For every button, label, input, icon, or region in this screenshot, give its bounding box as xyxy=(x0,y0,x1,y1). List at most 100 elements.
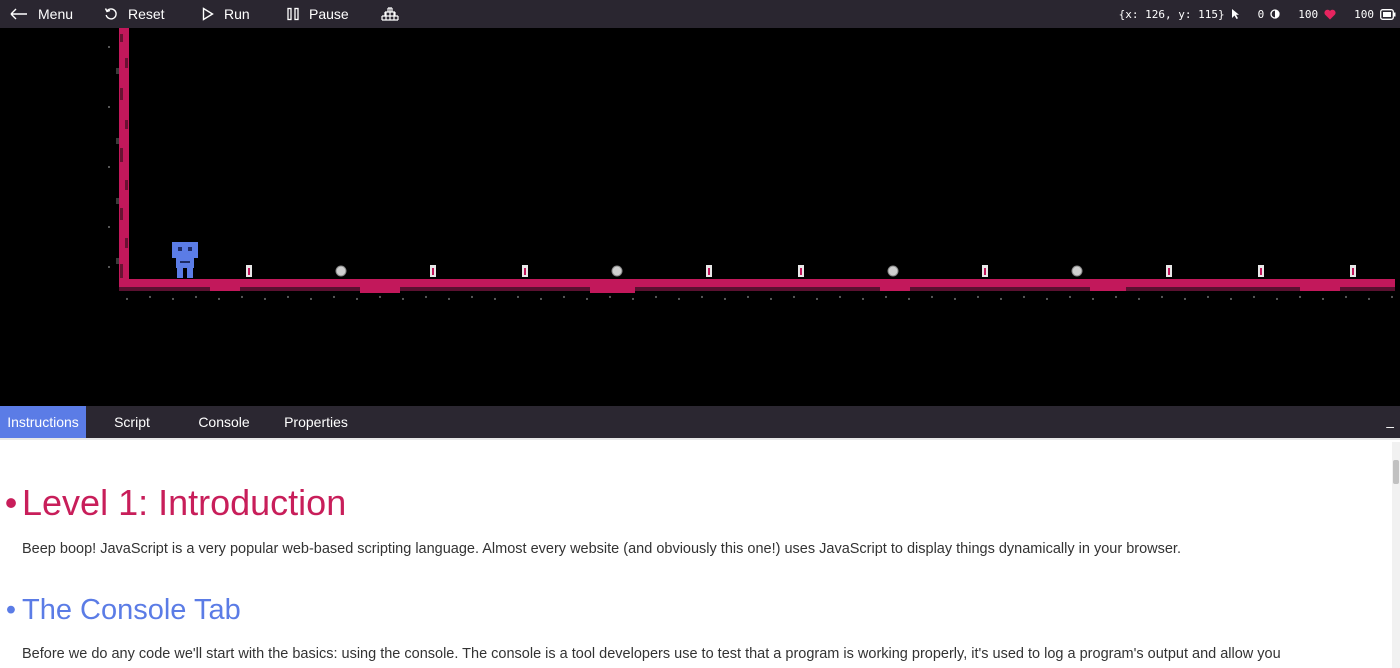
coin-item xyxy=(1071,265,1083,277)
scrollbar[interactable] xyxy=(1392,442,1400,668)
floor-dot xyxy=(931,295,933,298)
tab-script[interactable]: Script xyxy=(86,406,178,438)
floor-dot xyxy=(379,295,381,298)
tab-instructions[interactable]: Instructions xyxy=(0,406,86,438)
vial-item xyxy=(1166,265,1172,277)
reset-label: Reset xyxy=(128,6,165,22)
menu-button[interactable]: Menu xyxy=(10,0,73,28)
tab-properties[interactable]: Properties xyxy=(270,406,362,438)
floor-dot xyxy=(494,297,496,300)
floor-dot xyxy=(954,297,956,300)
instructions-panel: • Level 1: Introduction Beep boop! JavaSc… xyxy=(0,438,1400,668)
floor-dot xyxy=(1368,297,1370,300)
play-icon xyxy=(202,7,214,21)
floor-dot xyxy=(1000,297,1002,300)
floor-dot xyxy=(425,295,427,298)
floor-dot xyxy=(1092,297,1094,300)
coords-readout: {x: 126, y: 115} xyxy=(1118,7,1225,21)
robot-player xyxy=(172,242,198,278)
floor-dot xyxy=(1253,295,1255,298)
floor-dot xyxy=(1161,295,1163,298)
heading-console-tab-text: The Console Tab xyxy=(22,594,241,626)
floor-dot xyxy=(517,295,519,298)
heading-level-1-text: Level 1: Introduction xyxy=(22,482,347,523)
floor-dots xyxy=(126,295,1393,300)
vial-item xyxy=(246,265,252,277)
floor-dot xyxy=(1115,295,1117,298)
game-canvas[interactable] xyxy=(0,28,1400,406)
floor-dot xyxy=(655,295,657,298)
clicks-count: 0 xyxy=(1257,7,1265,21)
floor-dot xyxy=(1138,297,1140,300)
grid-button[interactable] xyxy=(381,0,399,28)
tab-bar: Instructions Script Console Properties – xyxy=(0,406,1400,438)
floor xyxy=(119,279,1395,293)
floor-dot xyxy=(724,297,726,300)
floor-dot xyxy=(126,297,128,300)
tab-console[interactable]: Console xyxy=(178,406,270,438)
heading-level-1: • Level 1: Introduction xyxy=(0,482,347,524)
run-label: Run xyxy=(224,6,250,22)
vial-item xyxy=(1258,265,1264,277)
floor-dot xyxy=(885,295,887,298)
floor-dot xyxy=(172,297,174,300)
floor-dot xyxy=(287,295,289,298)
floor-dot xyxy=(1391,295,1393,298)
floor-dot xyxy=(1207,295,1209,298)
collectible-items xyxy=(246,265,1356,277)
game-scene xyxy=(108,28,1395,300)
floor-dot xyxy=(977,295,979,298)
scrollbar-thumb[interactable] xyxy=(1393,460,1399,484)
floor-dot xyxy=(1184,297,1186,300)
floor-dot xyxy=(678,297,680,300)
floor-dot xyxy=(770,297,772,300)
battery-icon xyxy=(1380,8,1396,20)
floor-dot xyxy=(839,295,841,298)
coin-item xyxy=(335,265,347,277)
grid-icon xyxy=(381,7,399,21)
console-paragraph: Before we do any code we'll start with t… xyxy=(22,646,1281,662)
heart-icon xyxy=(1324,9,1336,19)
vial-item xyxy=(1350,265,1356,277)
pause-icon xyxy=(287,7,299,21)
vial-item xyxy=(430,265,436,277)
floor-dot xyxy=(333,295,335,298)
floor-dot xyxy=(310,297,312,300)
coin-item xyxy=(887,265,899,277)
run-button[interactable]: Run xyxy=(202,0,250,28)
floor-dot xyxy=(540,297,542,300)
pause-label: Pause xyxy=(309,6,349,22)
pause-button[interactable]: Pause xyxy=(287,0,349,28)
bullet-icon: • xyxy=(5,594,17,626)
floor-dot xyxy=(793,295,795,298)
floor-dot xyxy=(1069,295,1071,298)
vial-item xyxy=(982,265,988,277)
floor-dot xyxy=(195,295,197,298)
floor-dot xyxy=(1230,297,1232,300)
menu-label: Menu xyxy=(38,6,74,22)
floor-dot xyxy=(241,295,243,298)
floor-dot xyxy=(586,297,588,300)
bullet-icon: • xyxy=(4,482,18,523)
health-value: 100 xyxy=(1298,7,1319,21)
floor-dot xyxy=(448,297,450,300)
floor-dot xyxy=(632,297,634,300)
coin-icon xyxy=(1270,9,1280,19)
left-wall xyxy=(108,28,129,290)
floor-dot xyxy=(1299,295,1301,298)
coin-item xyxy=(611,265,623,277)
floor-dot xyxy=(609,295,611,298)
reset-button[interactable]: Reset xyxy=(104,0,165,28)
top-toolbar: Menu Reset Run Pause {x: 126, y: 115} 0 … xyxy=(0,0,1400,28)
vial-item xyxy=(522,265,528,277)
floor-dot xyxy=(471,295,473,298)
floor-dot xyxy=(218,297,220,300)
floor-dot xyxy=(701,295,703,298)
floor-dot xyxy=(149,295,151,298)
floor-dot xyxy=(1345,295,1347,298)
arrow-left-icon xyxy=(10,8,27,20)
floor-dot xyxy=(563,295,565,298)
floor-dot xyxy=(862,297,864,300)
cursor-icon xyxy=(1231,9,1239,19)
collapse-panel-button[interactable]: – xyxy=(1386,418,1394,434)
